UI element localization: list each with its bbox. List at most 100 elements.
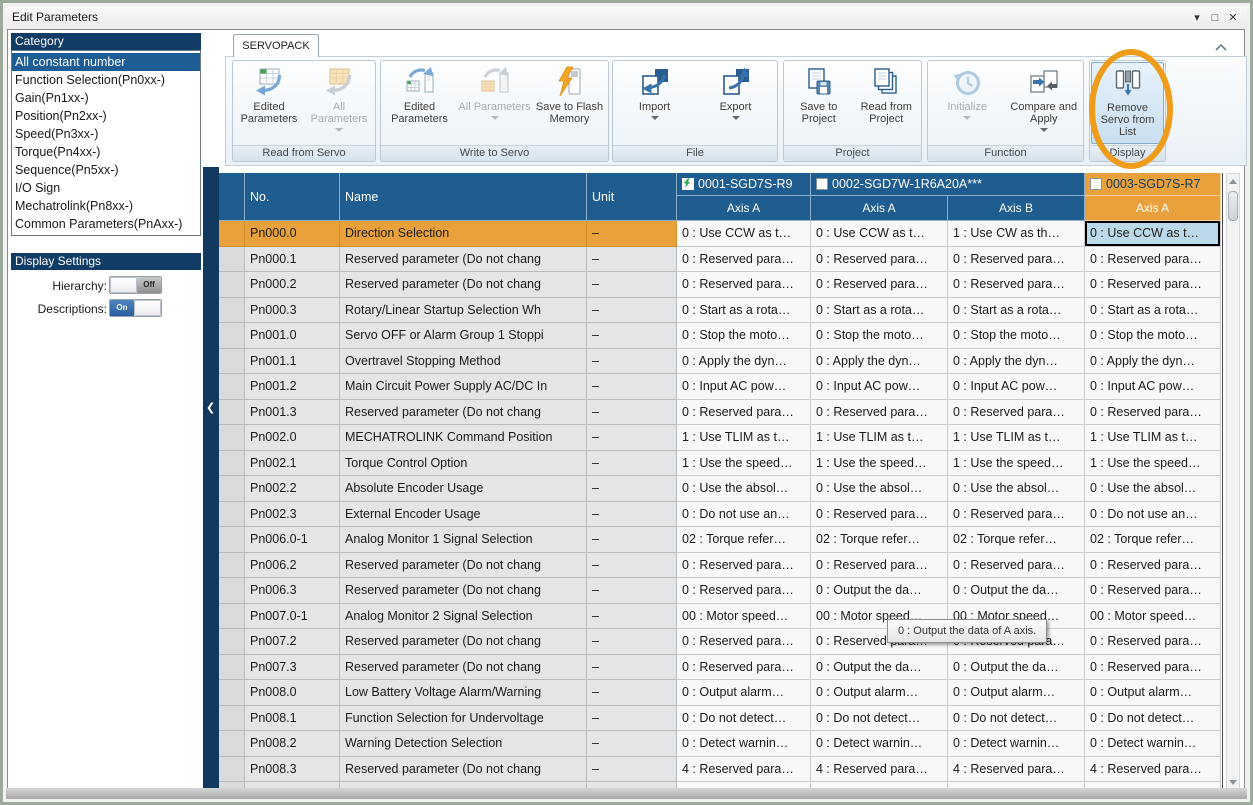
row-selector[interactable] (219, 731, 245, 757)
param-value-cell[interactable]: 0 : Detect warnin… (811, 731, 948, 757)
param-value-cell[interactable]: 0 : Apply the dyn… (948, 349, 1085, 375)
param-value-cell[interactable]: 02 : Torque refer… (948, 527, 1085, 553)
param-value-cell[interactable]: 0 : Input AC pow… (811, 374, 948, 400)
param-value-cell[interactable]: 0 : Reserved para… (677, 553, 811, 579)
row-selector[interactable] (219, 604, 245, 630)
sidebar-item-function-selection-pn0xx[interactable]: Function Selection(Pn0xx-) (12, 71, 200, 89)
row-selector[interactable] (219, 680, 245, 706)
param-value-cell[interactable]: 0 : Reserved para… (1085, 272, 1221, 298)
param-value-cell[interactable]: 0 : Reserved para… (811, 272, 948, 298)
row-selector[interactable] (219, 374, 245, 400)
param-value-cell[interactable]: 0 : Reserved para… (677, 247, 811, 273)
param-value-cell[interactable]: 0 : Reserved para… (1085, 629, 1221, 655)
sidebar-item-all-constant-number[interactable]: All constant number (12, 53, 200, 71)
row-selector[interactable] (219, 400, 245, 426)
param-value-cell[interactable]: 0 : Output the da… (948, 655, 1085, 681)
edited-parameters-button[interactable]: Edited Parameters (234, 62, 304, 144)
param-value-cell[interactable]: 0 : Reserved para… (677, 655, 811, 681)
param-value-cell[interactable]: 0 : Detect warnin… (948, 731, 1085, 757)
sidebar-item-sequence-pn5xx[interactable]: Sequence(Pn5xx-) (12, 161, 200, 179)
servo-checkbox[interactable] (816, 178, 828, 190)
param-value-cell[interactable]: 0 : Use CCW as t… (677, 221, 811, 247)
param-value-cell[interactable]: 0 : Do not detect… (948, 706, 1085, 732)
row-selector[interactable] (219, 527, 245, 553)
sidebar-item-i-o-sign[interactable]: I/O Sign (12, 179, 200, 197)
row-selector[interactable] (219, 629, 245, 655)
param-value-cell[interactable]: 0 : Output the da… (811, 655, 948, 681)
scrollbar-thumb[interactable] (1228, 191, 1238, 221)
param-value-cell[interactable]: 0 : Do not detect… (811, 706, 948, 732)
param-value-cell[interactable]: 0 : Do not detect… (677, 706, 811, 732)
axis-header-0002-sgd7w-1r6a20a-axis-a[interactable]: Axis A (811, 196, 948, 221)
maximize-icon[interactable]: □ (1207, 10, 1223, 26)
param-value-cell[interactable]: 0 : Output alarm… (811, 680, 948, 706)
param-value-cell[interactable]: 02 : Torque refer… (677, 527, 811, 553)
row-selector[interactable] (219, 323, 245, 349)
param-value-cell[interactable]: 0 : Use the absol… (677, 476, 811, 502)
compare-and-apply-button[interactable]: Compare and Apply (1006, 62, 1083, 144)
param-value-cell[interactable]: 0 : Reserved para… (1085, 655, 1221, 681)
param-value-cell[interactable]: 0 : Do not use an… (677, 502, 811, 528)
import-button[interactable]: Import (614, 62, 695, 144)
param-value-cell[interactable]: 0 : Stop the moto… (811, 323, 948, 349)
ribbon-collapse-icon[interactable] (1213, 41, 1229, 53)
sidebar-item-mechatrolink-pn8xx[interactable]: Mechatrolink(Pn8xx-) (12, 197, 200, 215)
param-value-cell[interactable]: 0 : Reserved para… (1085, 578, 1221, 604)
param-value-cell[interactable]: 0 : Reserved para… (811, 502, 948, 528)
param-value-cell[interactable]: 0 : Reserved para… (1085, 553, 1221, 579)
row-selector[interactable] (219, 757, 245, 783)
param-value-cell[interactable]: 0 : Use the absol… (1085, 476, 1221, 502)
param-value-cell[interactable]: 0 : Start as a rota… (811, 298, 948, 324)
scroll-up-icon[interactable] (1227, 174, 1239, 189)
collapse-panel-icon[interactable]: ❮ (206, 401, 215, 414)
sidebar-item-common-parameters-pnaxx[interactable]: Common Parameters(PnAxx-) (12, 215, 200, 233)
param-value-cell[interactable]: 1 : Use CW as th… (948, 221, 1085, 247)
param-value-cell[interactable]: 0 : Detect warnin… (1085, 731, 1221, 757)
param-value-cell[interactable]: 0 : Use the absol… (811, 476, 948, 502)
servo-connected-icon[interactable] (682, 178, 694, 190)
param-value-cell[interactable]: 0 : Stop the moto… (677, 323, 811, 349)
hierarchy-toggle[interactable]: Off (109, 276, 162, 294)
param-value-cell[interactable]: 02 : Torque refer… (1085, 527, 1221, 553)
row-selector[interactable] (219, 425, 245, 451)
param-value-cell[interactable]: 0 : Start as a rota… (948, 298, 1085, 324)
param-value-cell[interactable]: 0 : Reserved para… (1085, 400, 1221, 426)
servo-header-0003-sgd7s-r7[interactable]: 0003-SGD7S-R7 (1085, 173, 1221, 196)
param-value-cell[interactable]: 1 : Use TLIM as t… (811, 425, 948, 451)
param-value-cell[interactable]: 0 : Reserved para… (677, 578, 811, 604)
param-value-cell[interactable]: 0 : Stop the moto… (1085, 323, 1221, 349)
row-selector[interactable] (219, 553, 245, 579)
param-value-cell[interactable]: 0 : Output the da… (948, 578, 1085, 604)
param-value-cell[interactable]: 0 : Apply the dyn… (677, 349, 811, 375)
param-value-cell[interactable]: 4 : Reserved para… (948, 757, 1085, 783)
row-selector[interactable] (219, 476, 245, 502)
param-value-cell[interactable]: 0 : Start as a rota… (1085, 298, 1221, 324)
axis-header-0002-sgd7w-1r6a20a-axis-b[interactable]: Axis B (948, 196, 1085, 221)
param-value-cell[interactable]: 0 : Reserved para… (948, 502, 1085, 528)
param-value-cell[interactable]: 1 : Use the speed… (948, 451, 1085, 477)
param-value-cell[interactable]: 0 : Detect warnin… (677, 731, 811, 757)
axis-header-0001-sgd7s-r9-axis-a[interactable]: Axis A (677, 196, 811, 221)
param-value-cell[interactable]: 0 : Do not use an… (1085, 502, 1221, 528)
param-value-cell[interactable]: 0 : Reserved para… (948, 400, 1085, 426)
close-icon[interactable]: ✕ (1225, 10, 1241, 26)
param-value-cell[interactable]: 0 : Output alarm… (1085, 680, 1221, 706)
save-to-flash-memory-button[interactable]: Save to Flash Memory (532, 62, 607, 144)
param-value-cell[interactable]: 0 : Start as a rota… (677, 298, 811, 324)
param-value-cell[interactable]: 02 : Torque refer… (811, 527, 948, 553)
servo-header-0001-sgd7s-r9[interactable]: 0001-SGD7S-R9 (677, 173, 811, 196)
param-value-cell[interactable]: 0 : Reserved para… (948, 247, 1085, 273)
param-value-cell[interactable]: 00 : Motor speed… (1085, 604, 1221, 630)
sidebar-item-position-pn2xx[interactable]: Position(Pn2xx-) (12, 107, 200, 125)
param-value-cell[interactable]: 0 : Use the absol… (948, 476, 1085, 502)
axis-header-0003-sgd7s-r7-axis-a[interactable]: Axis A (1085, 196, 1221, 221)
param-value-cell[interactable]: 0 : Input AC pow… (1085, 374, 1221, 400)
row-selector[interactable] (219, 298, 245, 324)
tab-servopack[interactable]: SERVOPACK (233, 34, 319, 57)
param-value-cell[interactable]: 0 : Reserved para… (1085, 247, 1221, 273)
row-selector[interactable] (219, 502, 245, 528)
export-button[interactable]: Export (695, 62, 776, 144)
param-value-cell[interactable]: 0 : Input AC pow… (948, 374, 1085, 400)
remove-servo-from-list-button[interactable]: Remove Servo from List (1091, 62, 1164, 144)
param-value-cell[interactable]: 0 : Reserved para… (948, 553, 1085, 579)
